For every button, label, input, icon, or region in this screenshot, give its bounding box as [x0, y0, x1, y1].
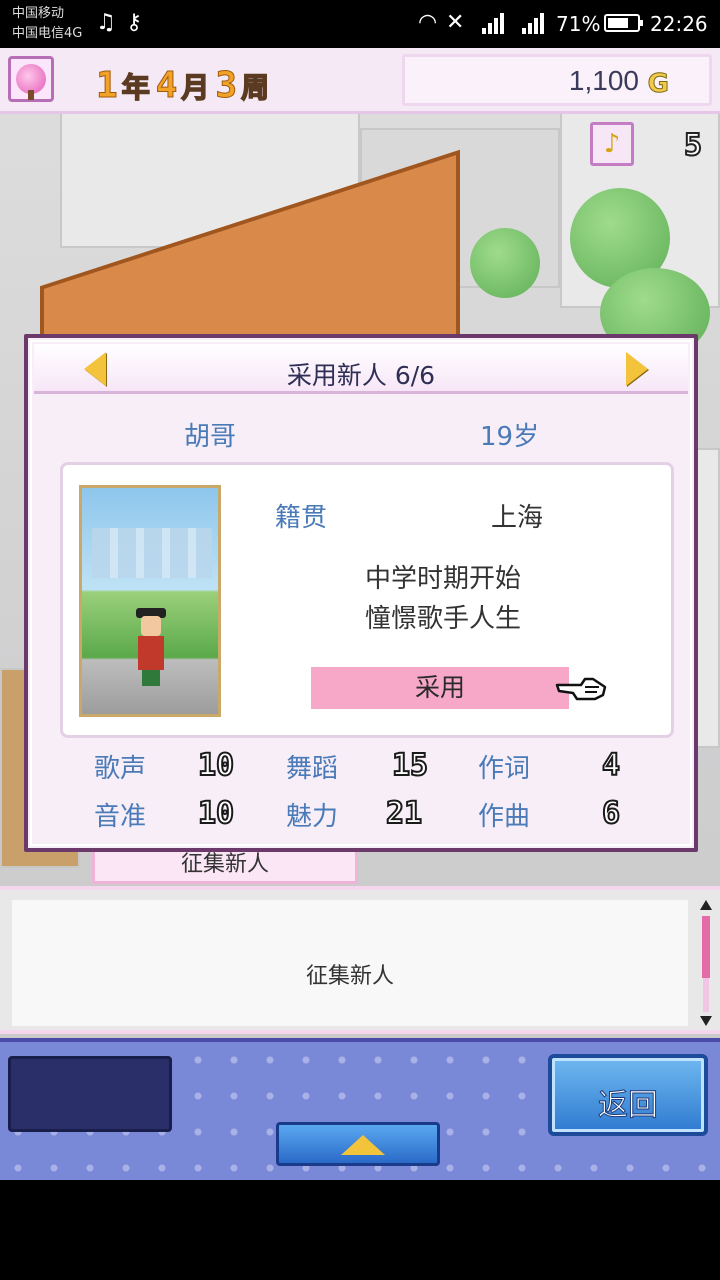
expand-menu-button[interactable]	[276, 1122, 440, 1166]
scroll-down-icon[interactable]	[700, 1016, 712, 1026]
carrier-info: 中国移动 中国电信4G	[12, 4, 82, 44]
stat-label: 魅力	[286, 802, 339, 832]
stat-label: 舞蹈	[286, 754, 339, 784]
hire-button[interactable]: 采用	[311, 667, 569, 709]
headphones-icon: ◠	[418, 10, 438, 35]
stats-row: 歌声 10 舞蹈 15 作词 4	[88, 747, 648, 788]
top-hud: 1 年 4 月 3 周 1,100 G	[0, 48, 720, 114]
game-date: 1 年 4 月 3 周	[96, 58, 275, 107]
message-text: 征集新人	[305, 964, 394, 989]
money-value: 1,100	[568, 65, 639, 96]
pointing-hand-icon	[555, 677, 607, 701]
message-panel: 征集新人	[0, 886, 720, 1034]
back-button-label: 返回	[598, 1088, 659, 1124]
date-week: 3	[215, 65, 238, 107]
description-line: 憧憬歌手人生	[364, 604, 521, 634]
up-triangle-icon	[341, 1135, 385, 1155]
next-candidate-arrow-icon[interactable]	[626, 352, 648, 386]
trophy-count: 5	[683, 127, 703, 164]
battery-percent: 71%	[556, 12, 601, 36]
candidate-card: 籍贯 上海 中学时期开始 憧憬歌手人生 采用	[60, 462, 674, 738]
date-year: 1	[96, 65, 119, 107]
empty-button-slot	[8, 1056, 172, 1132]
scroll-up-icon[interactable]	[700, 900, 712, 910]
trophy-button[interactable]: ♪	[590, 122, 634, 166]
recruit-dialog: 采用新人 6/6 胡哥 19岁 籍贯 上海 中学时期开始 憧憬歌手人生 采用 歌…	[24, 334, 698, 852]
stat-value: 10	[197, 795, 235, 832]
stat-value: 10	[197, 747, 235, 784]
city-skyline	[92, 528, 212, 578]
scroll-thumb[interactable]	[702, 916, 710, 978]
date-year-unit: 年	[121, 70, 151, 105]
candidate-portrait	[79, 485, 221, 717]
money-display: 1,100 G	[402, 54, 712, 106]
candidate-description: 中学时期开始 憧憬歌手人生	[293, 559, 593, 639]
origin-label: 籍贯	[275, 503, 328, 533]
signal-icon	[482, 12, 508, 34]
description-line: 中学时期开始	[364, 564, 521, 594]
currency-icon: G	[647, 69, 669, 100]
status-bar: 中国移动 中国电信4G ♫ ⚷ ◠ ✕ 71% 22:26	[0, 0, 720, 48]
stat-value: 15	[391, 747, 429, 784]
clock: 22:26	[650, 12, 708, 36]
carrier-2: 中国电信4G	[12, 26, 83, 41]
stat-value: 6	[601, 795, 621, 832]
battery-icon	[604, 14, 643, 32]
gramophone-trophy-icon: ♪	[603, 129, 621, 159]
key-icon: ⚷	[126, 10, 143, 35]
tree	[470, 228, 540, 298]
stat-label: 歌声	[94, 754, 147, 784]
stat-value: 4	[601, 747, 621, 784]
dialog-title: 采用新人 6/6	[286, 361, 436, 390]
signal-4g-icon	[522, 12, 548, 34]
back-button[interactable]: 返回	[548, 1054, 708, 1136]
origin-value: 上海	[491, 503, 544, 533]
carrier-1: 中国移动	[12, 6, 65, 21]
candidate-name: 胡哥	[184, 422, 237, 452]
stats-row: 音准 10 魅力 21 作曲 6	[88, 795, 648, 836]
bottom-bar: 返回	[0, 1038, 720, 1180]
cherry-tree-button[interactable]	[8, 56, 54, 102]
stat-label: 作词	[478, 754, 531, 784]
stat-label: 音准	[94, 802, 147, 832]
date-month-unit: 月	[181, 70, 211, 105]
message-scrollbar[interactable]	[698, 900, 714, 1030]
music-note-icon: ♫	[96, 10, 116, 35]
date-month: 4	[155, 65, 178, 107]
stat-value: 21	[385, 795, 423, 832]
candidate-age: 19岁	[480, 422, 540, 452]
date-week-unit: 周	[240, 70, 270, 105]
candidate-sprite	[134, 608, 168, 688]
dialog-header: 采用新人 6/6	[34, 344, 688, 394]
message-box: 征集新人	[12, 900, 688, 1026]
mute-icon: ✕	[446, 10, 465, 35]
cherry-blossom-icon	[16, 64, 46, 100]
stat-label: 作曲	[478, 802, 531, 832]
